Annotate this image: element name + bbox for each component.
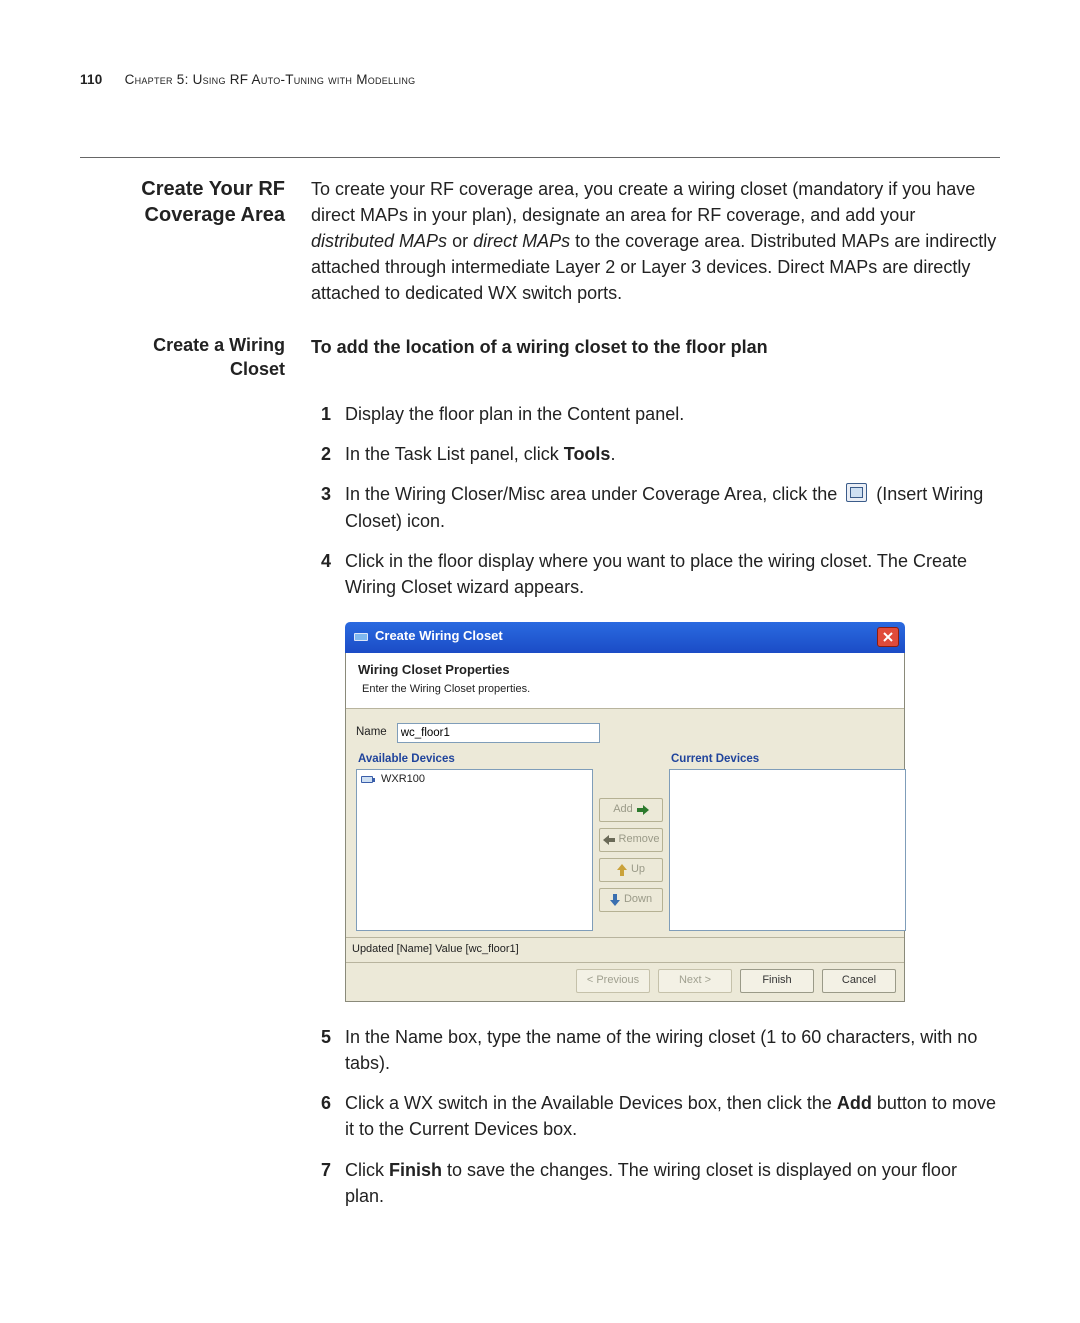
section-intro: To create your RF coverage area, you cre…: [311, 176, 1000, 306]
step-pre: Click a WX switch in the Available Devic…: [345, 1093, 837, 1113]
list-item-label: WXR100: [381, 772, 425, 788]
step-text: In the Task List panel, click Tools.: [345, 441, 1000, 467]
device-icon: [361, 775, 375, 785]
step-text: Click a WX switch in the Available Devic…: [345, 1090, 1000, 1142]
step-text: Click in the floor display where you wan…: [345, 548, 1000, 600]
sub-side-line1: Create a Wiring: [153, 335, 285, 355]
step-text: In the Wiring Closer/Misc area under Cov…: [345, 481, 1000, 533]
arrow-left-icon: [603, 835, 615, 845]
section-rule: [80, 157, 1000, 158]
btn-label: Down: [624, 892, 652, 908]
available-devices-list[interactable]: WXR100: [356, 769, 593, 931]
name-input[interactable]: [397, 723, 600, 743]
btn-label: Add: [613, 802, 633, 818]
app-icon: [353, 630, 369, 644]
section-side-title-line1: Create Your RF: [141, 178, 285, 200]
cancel-button[interactable]: Cancel: [822, 969, 896, 993]
previous-button[interactable]: < Previous: [576, 969, 650, 993]
sub-side-line2: Closet: [230, 359, 285, 379]
dialog-header-sub: Enter the Wiring Closet properties.: [358, 682, 892, 698]
create-wiring-closet-dialog: Create Wiring Closet Wiring Closet Prope…: [345, 622, 905, 1002]
subsection-lead: To add the location of a wiring closet t…: [311, 334, 1000, 360]
intro-em-direct: direct MAPs: [473, 231, 570, 251]
arrow-down-icon: [610, 894, 620, 906]
step-text: Display the floor plan in the Content pa…: [345, 401, 1000, 427]
dialog-titlebar: Create Wiring Closet: [345, 622, 905, 653]
step-number: 5: [311, 1024, 331, 1076]
step-number: 7: [311, 1157, 331, 1209]
remove-button[interactable]: Remove: [599, 828, 663, 852]
intro-mid: or: [447, 231, 473, 251]
step-text: In the Name box, type the name of the wi…: [345, 1024, 1000, 1076]
add-button[interactable]: Add: [599, 798, 663, 822]
steps-list-top: 1 Display the floor plan in the Content …: [311, 401, 1000, 600]
step-pre: In the Task List panel, click: [345, 444, 564, 464]
step-pre: In the Wiring Closer/Misc area under Cov…: [345, 484, 842, 504]
section-side-title: Create Your RF Coverage Area: [80, 176, 285, 228]
running-header: 110 Chapter 5: Using RF Auto-Tuning with…: [80, 72, 1000, 87]
finish-button[interactable]: Finish: [740, 969, 814, 993]
dialog-footer: < Previous Next > Finish Cancel: [346, 962, 904, 1001]
step-number: 2: [311, 441, 331, 467]
step-bold: Add: [837, 1093, 872, 1113]
arrow-up-icon: [617, 864, 627, 876]
intro-em-distributed: distributed MAPs: [311, 231, 447, 251]
intro-part1: To create your RF coverage area, you cre…: [311, 179, 975, 225]
steps-list-bottom: 5 In the Name box, type the name of the …: [311, 1024, 1000, 1209]
up-button[interactable]: Up: [599, 858, 663, 882]
close-button[interactable]: [877, 627, 899, 647]
name-label: Name: [356, 724, 387, 741]
step-post: .: [610, 444, 615, 464]
step-number: 4: [311, 548, 331, 600]
next-button[interactable]: Next >: [658, 969, 732, 993]
step-number: 6: [311, 1090, 331, 1142]
insert-wiring-closet-icon: [846, 483, 867, 502]
arrow-right-icon: [637, 805, 649, 815]
page-number: 110: [80, 72, 103, 87]
current-devices-label: Current Devices: [669, 751, 906, 768]
chapter-title: Chapter 5: Using RF Auto-Tuning with Mod…: [125, 72, 416, 87]
dialog-header: Wiring Closet Properties Enter the Wirin…: [346, 653, 904, 709]
available-devices-label: Available Devices: [356, 751, 593, 768]
step-number: 3: [311, 481, 331, 533]
dialog-header-title: Wiring Closet Properties: [358, 661, 892, 680]
step-text: Click Finish to save the changes. The wi…: [345, 1157, 1000, 1209]
subsection-side-title: Create a Wiring Closet: [80, 334, 285, 381]
btn-label: Remove: [619, 832, 660, 848]
list-item[interactable]: WXR100: [357, 770, 592, 790]
step-number: 1: [311, 401, 331, 427]
step-bold: Tools: [564, 444, 611, 464]
btn-label: Up: [631, 862, 645, 878]
current-devices-list[interactable]: [669, 769, 906, 931]
section-side-title-line2: Coverage Area: [145, 204, 285, 226]
status-bar: Updated [Name] Value [wc_floor1]: [346, 937, 904, 962]
step-bold: Finish: [389, 1160, 442, 1180]
step-pre: Click: [345, 1160, 389, 1180]
dialog-title: Create Wiring Closet: [375, 627, 503, 646]
down-button[interactable]: Down: [599, 888, 663, 912]
